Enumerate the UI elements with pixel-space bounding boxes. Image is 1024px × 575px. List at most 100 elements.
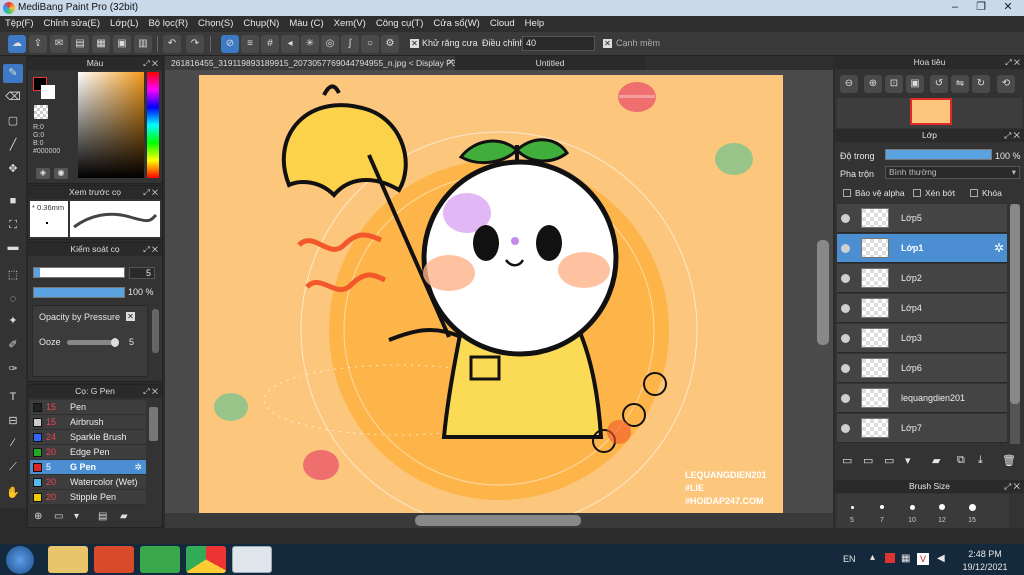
app-icon-green[interactable] [140,546,180,573]
snap-cross-icon[interactable]: # [261,35,279,53]
gear-icon[interactable]: ✲ [134,460,142,475]
brush-size-option[interactable]: 15 [957,494,987,528]
eyedropper2-icon[interactable]: ⟋ [3,458,23,477]
explorer-icon[interactable] [48,546,88,573]
snap-curve-icon[interactable]: ∫ [341,35,359,53]
transparent-swatch[interactable] [34,105,48,119]
soft-edge-checkbox[interactable]: ✕ [603,39,612,48]
layer-row-lớp5[interactable]: Lớp5 [837,204,1007,233]
eye-icon[interactable] [841,274,850,283]
layer-row-lớp7[interactable]: Lớp7 [837,414,1007,443]
ooze-slider[interactable] [67,338,119,347]
lock-checkbox[interactable] [970,189,978,197]
brush-item-pen[interactable]: 15 Pen [30,400,146,415]
minimize-button[interactable]: – [942,0,968,16]
hand-tool-icon[interactable]: ✋ [3,484,23,503]
eye-icon[interactable] [841,424,850,433]
color-palette-icon[interactable]: ◉ [54,168,68,179]
zoom-out-icon[interactable]: ⊖ [840,75,858,93]
background-color-swatch[interactable] [41,85,55,99]
move-tool-icon[interactable]: ✥ [3,160,23,179]
new-brush-icon[interactable]: ▭ [54,511,63,522]
eye-icon[interactable] [841,334,850,343]
brush-size-option[interactable]: 12 [927,494,957,528]
layer-row-lớp6[interactable]: Lớp6 [837,354,1007,383]
eye-icon[interactable] [841,304,850,313]
tray-arrow-icon[interactable]: ▴ [870,552,875,563]
gear-icon[interactable]: ✲ [994,241,1004,255]
tray-icon-red[interactable] [885,553,895,563]
tab-close-icon[interactable]: ✕ [447,57,455,68]
text-tool-icon[interactable]: T [3,388,23,407]
actual-size-icon[interactable]: ▣ [906,75,924,93]
eye-icon[interactable] [841,244,850,253]
gradient-tool-icon[interactable]: ▬ [3,238,23,257]
menu-cloud[interactable]: Cloud [485,16,520,32]
brush-size-option[interactable]: 7 [867,494,897,528]
brush-control-scrollbar[interactable] [152,309,159,353]
eye-icon[interactable] [841,214,850,223]
snap-radial-icon[interactable]: ✳ [301,35,319,53]
snap-ellipse-icon[interactable]: ○ [361,35,379,53]
menu-help[interactable]: Help [520,16,550,32]
menu-select[interactable]: Chọn(S) [193,16,238,32]
eraser-tool-icon[interactable]: ⌫ [3,88,23,107]
menu-file[interactable]: Tệp(F) [0,16,39,32]
chrome-icon[interactable] [186,546,226,573]
select-eraser-icon[interactable]: ✑ [3,360,23,379]
grid-icon[interactable]: ▣ [113,35,131,53]
new-layer-icon[interactable]: ▭ [842,454,852,467]
brush-item-edge-pen[interactable]: 20 Edge Pen [30,445,146,460]
hue-slider[interactable] [147,72,159,178]
opacity-pressure-checkbox[interactable]: ✕ [126,312,135,321]
rectangle-tool-icon[interactable]: ▢ [3,112,23,131]
folder-icon[interactable]: ▰ [932,454,940,467]
media-player-icon[interactable] [94,546,134,573]
menu-tools[interactable]: Công cụ(T) [371,16,429,32]
brush-size-option[interactable]: 10 [897,494,927,528]
menu-edit[interactable]: Chỉnh sửa(E) [39,16,106,32]
close-button[interactable]: ✕ [995,0,1021,16]
shape-tool-icon[interactable]: ■ [3,192,23,211]
menu-capture[interactable]: Chụp(N) [238,16,284,32]
layer-add-menu-icon[interactable]: ▾ [905,454,911,467]
adjust-input[interactable]: 40 [522,36,595,51]
brush-opacity-slider[interactable] [33,287,125,298]
select-pen-icon[interactable]: ✐ [3,336,23,355]
brush-size-option[interactable]: 5 [837,494,867,528]
rotate-left-icon[interactable]: ↺ [930,75,948,93]
tab-file[interactable]: 261816455_319119893189915_20730577690447… [165,56,470,70]
fit-icon[interactable]: ⊡ [885,75,903,93]
antialias-checkbox[interactable]: ✕ [410,39,419,48]
brush-size-value[interactable]: 5 [129,267,155,279]
delete-layer-icon[interactable]: 🗑 [1002,454,1016,467]
chat-icon[interactable]: ✉ [50,35,68,53]
menu-view[interactable]: Xem(V) [329,16,371,32]
eye-icon[interactable] [841,394,850,403]
menu-color[interactable]: Màu (C) [284,16,328,32]
brush-size-slider[interactable] [33,267,125,278]
maximize-button[interactable]: ❐ [968,0,994,16]
redo-icon[interactable]: ↷ [186,35,204,53]
layer-row-lớp1[interactable]: Lớp1 ✲ [837,234,1007,263]
layer-row-lequangdien201[interactable]: lequangdien201 [837,384,1007,413]
document-icon[interactable]: ▦ [92,35,110,53]
blend-mode-select[interactable]: Bình thường ▾ [885,166,1020,179]
menu-layer[interactable]: Lớp(L) [105,16,143,32]
medibang-taskbar-icon[interactable] [232,546,272,573]
line-tool-icon[interactable]: ╱ [3,136,23,155]
clock-date[interactable]: 19/12/2021 [957,562,1013,572]
layer-opacity-slider[interactable] [885,149,992,160]
brush-menu-icon[interactable]: ▾ [74,511,79,522]
brush-tool-icon[interactable]: ✎ [3,64,23,83]
panel-close-icon[interactable]: ⤢ ✕ [143,385,158,398]
panel-close-icon[interactable]: ⤢ ✕ [1004,480,1020,493]
volume-icon[interactable]: ◀ [937,553,945,564]
horizontal-scrollbar[interactable] [165,513,833,528]
menu-window[interactable]: Cửa sổ(W) [428,16,484,32]
eyedropper-icon[interactable]: ⁄ [3,434,23,453]
clock-time[interactable]: 2:48 PM [962,549,1008,559]
panel-close-icon[interactable]: ⤢ ✕ [143,243,158,256]
divide-tool-icon[interactable]: ⊟ [3,412,23,431]
reset-rotation-icon[interactable]: ⟲ [997,75,1015,93]
